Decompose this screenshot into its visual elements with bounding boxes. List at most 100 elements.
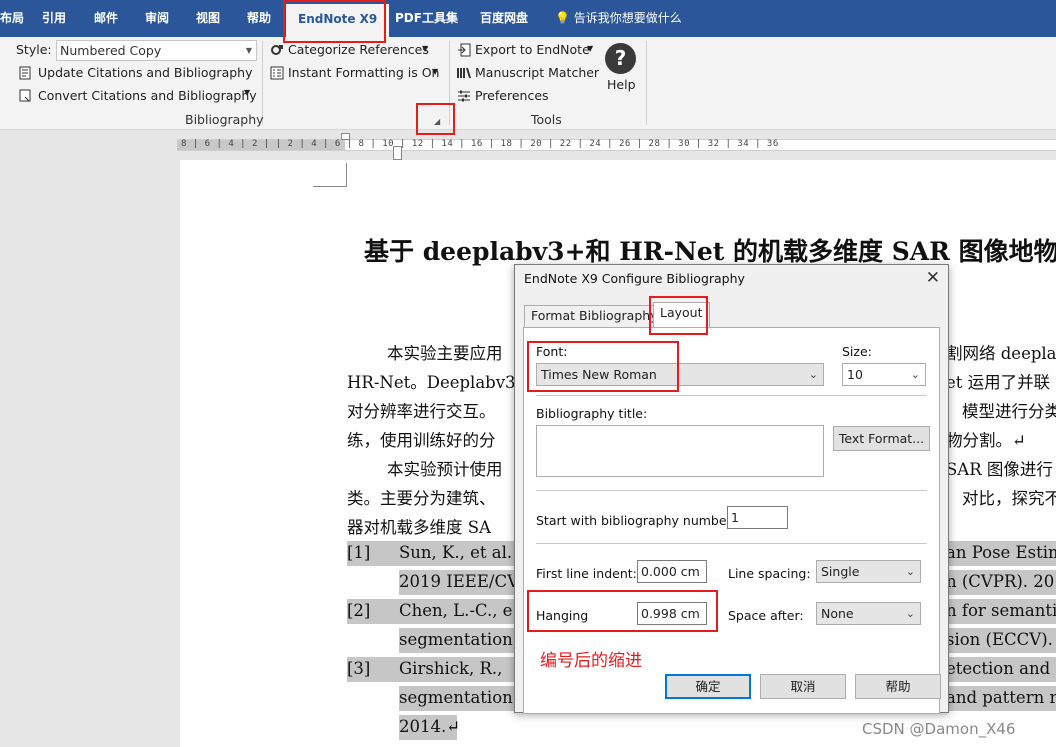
tab-help[interactable]: 帮助 (247, 0, 271, 37)
body-line: SAR 图像进行 (946, 460, 1053, 479)
body-line: 割网络 deepla (946, 344, 1056, 363)
divider (536, 395, 927, 396)
body-line: 本实验主要应用 (387, 344, 503, 363)
reference-text: n (CVPR). 201 (946, 572, 1056, 591)
reference-number: [2] (347, 601, 371, 620)
ribbon: Style: Numbered Copy ▼ Update Citations … (0, 37, 1056, 135)
group-label-bibliography: Bibliography (185, 112, 264, 127)
reference-text: 2014.↵ (399, 717, 461, 736)
categorize-icon (271, 45, 283, 55)
style-value: Numbered Copy (60, 43, 162, 58)
tab-baidu-netdisk[interactable]: 百度网盘 (480, 0, 528, 37)
body-line: et 运用了并联 (946, 373, 1051, 392)
reference-text: segmentation. i (399, 630, 529, 649)
reference-text: segmentation. i (399, 688, 529, 707)
reference-number: [3] (347, 659, 371, 678)
chevron-down-icon: ⌄ (905, 565, 915, 578)
body-line: 对比，探究不 (962, 489, 1056, 508)
font-dropdown[interactable]: Times New Roman ⌄ (536, 363, 824, 386)
group-separator (449, 41, 450, 125)
export-to-endnote-label: Export to EndNote (475, 42, 590, 57)
body-line: 物分割。↵ (946, 431, 1026, 450)
tab-mailings[interactable]: 邮件 (94, 0, 118, 37)
lightbulb-icon: 💡 (555, 11, 570, 25)
chevron-down-icon: ▼ (587, 44, 594, 53)
update-citations-icon (19, 66, 31, 80)
divider (536, 543, 927, 544)
cancel-button[interactable]: 取消 (760, 674, 846, 699)
chevron-down-icon: ⌄ (808, 368, 818, 381)
tab-endnote[interactable]: EndNote X9 (286, 4, 390, 37)
first-line-indent-input[interactable]: 0.000 cm (637, 560, 707, 583)
start-number-label: Start with bibliography number: (536, 513, 736, 528)
convert-citations-label: Convert Citations and Bibliography (38, 88, 257, 103)
divider (536, 490, 927, 491)
dialog-title: EndNote X9 Configure Bibliography (524, 271, 745, 286)
ruler-numbers: 8 | 6 | 4 | 2 | | 2 | 4 | 6 | 8 | 10 | 1… (181, 139, 779, 149)
line-spacing-label: Line spacing: (728, 566, 811, 581)
body-line: 练，使用训练好的分 (347, 431, 496, 450)
chevron-down-icon: ▼ (432, 67, 439, 76)
reference-text: 2019 IEEE/CV (399, 572, 519, 591)
reference-text: n for semanti (946, 601, 1056, 620)
help-icon: ? (605, 43, 636, 74)
body-line: HR-Net。Deeplabv3+ (347, 373, 530, 392)
start-number-input[interactable]: 1 (727, 506, 788, 529)
tell-me-search[interactable]: 💡 告诉我你想要做什么 (555, 0, 682, 37)
reference-number: [1] (347, 543, 371, 562)
preferences-label: Preferences (475, 88, 549, 103)
style-label: Style: (16, 42, 52, 57)
size-dropdown[interactable]: 10 ⌄ (842, 363, 926, 386)
hanging-label: Hanging (536, 608, 589, 623)
chevron-down-icon: ⌄ (905, 607, 915, 620)
chevron-down-icon: ▼ (422, 44, 429, 53)
watermark: CSDN @Damon_X46 (862, 720, 1016, 738)
reference-text: Sun, K., et al. (399, 543, 513, 562)
first-line-indent-marker[interactable] (341, 133, 350, 140)
reference-text: an Pose Estim (946, 543, 1056, 562)
bibliography-title-label: Bibliography title: (536, 406, 648, 421)
tab-view[interactable]: 视图 (196, 0, 220, 37)
space-after-dropdown[interactable]: None ⌄ (816, 602, 921, 625)
convert-citations-icon (19, 89, 31, 102)
chevron-down-icon: ⌄ (910, 368, 920, 381)
tab-pdf-tools[interactable]: PDF工具集 (395, 0, 458, 37)
manuscript-matcher-icon (457, 67, 471, 79)
reference-text: Girshick, R., (399, 659, 503, 678)
help-label: Help (607, 77, 636, 92)
font-value: Times New Roman (541, 367, 657, 382)
line-spacing-dropdown[interactable]: Single ⌄ (816, 560, 921, 583)
preferences-icon (458, 90, 470, 102)
help-button[interactable]: 帮助 (855, 674, 941, 699)
tab-references[interactable]: 引用 (42, 0, 66, 37)
body-line: 模型进行分类 (962, 402, 1056, 421)
tab-layout[interactable]: Layout (653, 302, 710, 328)
bibliography-title-input[interactable] (536, 425, 824, 477)
ruler-strip: 8 | 6 | 4 | 2 | | 2 | 4 | 6 | 8 | 10 | 1… (177, 139, 1056, 151)
text-format-button[interactable]: Text Format... (833, 426, 930, 451)
reference-text: Chen, L.-C., e (399, 601, 513, 620)
reference-text: sion (ECCV). 2 (946, 630, 1056, 649)
export-icon (458, 43, 471, 57)
tab-layout[interactable]: 布局 (0, 0, 24, 37)
ok-button[interactable]: 确定 (665, 674, 751, 699)
style-dropdown[interactable]: Numbered Copy ▼ (56, 40, 257, 61)
dialog-launcher-icon[interactable]: ◢ (434, 117, 440, 126)
tab-format-bibliography[interactable]: Format Bibliography (524, 305, 665, 327)
font-label: Font: (536, 344, 568, 359)
indent-marker[interactable] (393, 146, 402, 160)
size-value: 10 (847, 367, 863, 382)
chevron-down-icon: ▼ (244, 88, 251, 97)
body-line: 对分辨率进行交互。 (347, 402, 496, 421)
close-icon[interactable]: ✕ (926, 268, 940, 288)
instant-formatting-label: Instant Formatting is On (288, 65, 440, 80)
reference-text: and pattern reco (946, 688, 1056, 707)
horizontal-ruler[interactable]: 8 | 6 | 4 | 2 | | 2 | 4 | 6 | 8 | 10 | 1… (0, 131, 1056, 160)
body-line: 器对机载多维度 SA (347, 518, 491, 537)
categorize-references-label: Categorize References (288, 42, 429, 57)
first-line-indent-label: First line indent: (536, 566, 637, 581)
hanging-indent-input[interactable]: 0.998 cm (637, 602, 707, 625)
instant-formatting-icon (270, 66, 284, 80)
tab-review[interactable]: 审阅 (145, 0, 169, 37)
document-title: 基于 deeplabv3+和 HR-Net 的机载多维度 SAR 图像地物分 (364, 237, 1056, 266)
